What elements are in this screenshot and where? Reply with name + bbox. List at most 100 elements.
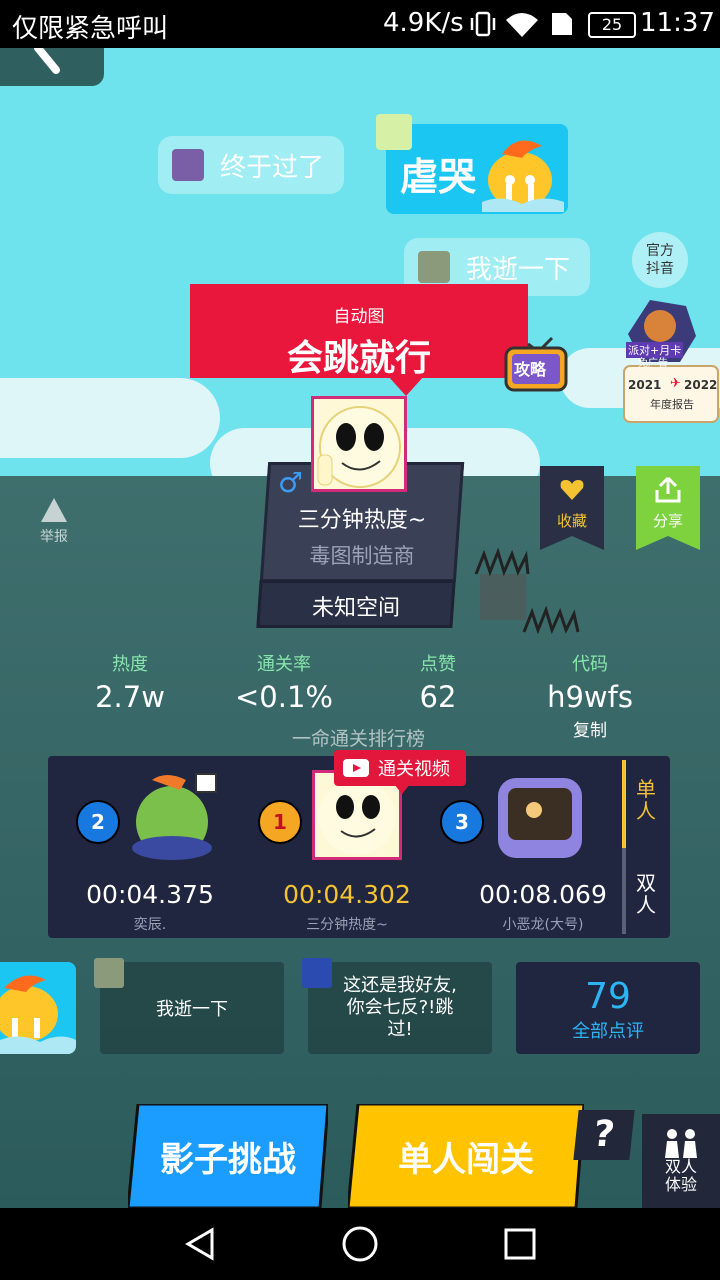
player-avatar[interactable]	[494, 770, 588, 862]
all-comments-label: 全部点评	[572, 1021, 644, 1042]
tab-duo[interactable]: 双 人	[622, 872, 670, 916]
rank-time-3: 00:08.069	[479, 880, 607, 909]
two-people-icon	[665, 1129, 697, 1158]
comment-card[interactable]: 这还是我好友, 你会七反?!跳 过!	[308, 962, 492, 1054]
player-avatar[interactable]	[126, 770, 220, 862]
heart-icon	[560, 480, 584, 500]
rank-time-2: 00:04.375	[86, 880, 214, 909]
copy-code-button[interactable]: 复制	[530, 716, 650, 741]
pass-year-from: 2021	[628, 378, 662, 392]
favorite-button[interactable]: 收藏	[540, 466, 604, 550]
stat-clear-rate-value: <0.1%	[235, 680, 333, 714]
share-label: 分享	[652, 512, 683, 530]
rank-name-2: 奕辰.	[133, 917, 167, 933]
warning-icon	[41, 498, 67, 522]
rank-name-1: 三分钟热度~	[306, 917, 388, 933]
cloud	[0, 378, 220, 458]
stat-code-value: h9wfs	[547, 680, 633, 714]
stat-code[interactable]: 代码 h9wfs 复制	[530, 650, 650, 741]
video-camera-icon	[343, 759, 369, 777]
favorite-label: 收藏	[556, 512, 587, 530]
clear-video-button[interactable]: 通关视频	[334, 750, 466, 786]
all-comments-button[interactable]: 79 全部点评	[516, 962, 700, 1054]
rank-name-3: 小恶龙(大号)	[502, 917, 584, 933]
rabbit-avatar	[376, 114, 412, 150]
rank-badge-1: 1	[258, 800, 302, 844]
comment-count: 79	[585, 976, 631, 1017]
stat-likes: 点赞 62	[378, 650, 498, 714]
stat-heat: 热度 2.7w	[70, 650, 190, 714]
bubble-text: 我逝一下	[466, 254, 571, 285]
cry-sticker: 虐哭	[386, 124, 568, 214]
guide-button[interactable]: 攻略	[502, 336, 570, 392]
duo-trial-button[interactable]: 双人 体验	[642, 1114, 720, 1208]
bubble-finally-passed: 终于过了	[158, 136, 344, 194]
banner-pointer	[388, 376, 424, 396]
battery-icon: 25	[588, 12, 636, 38]
clock: 11:37	[640, 8, 715, 38]
comment-text: 这还是我好友, 你会七反?!跳 过!	[343, 975, 457, 1040]
stat-heat-label: 热度	[112, 654, 148, 675]
level-tag: 自动图	[333, 307, 385, 327]
bubble-text: 终于过了	[220, 152, 325, 183]
rank-time-1: 00:04.302	[283, 880, 411, 909]
comment-sticker[interactable]	[0, 962, 76, 1054]
cry-text: 虐哭	[400, 155, 477, 199]
single-play-label: 单人闯关	[398, 1139, 534, 1180]
recents-nav-icon[interactable]	[503, 1227, 537, 1261]
crying-creature-icon	[482, 140, 564, 212]
official-douyin-button[interactable]: 官方 抖音	[632, 232, 688, 288]
carrier-text: 仅限紧急呼叫	[12, 14, 169, 44]
gender-icon: ♂	[278, 466, 304, 499]
report-button[interactable]: 举报	[36, 498, 72, 546]
single-play-button[interactable]: 单人闯关	[348, 1104, 584, 1208]
user-avatar	[418, 251, 450, 283]
duo-trial-label: 双人 体验	[664, 1157, 697, 1194]
dino-avatar-icon	[132, 773, 217, 860]
help-button[interactable]: ?	[573, 1110, 635, 1160]
level-name: 会跳就行	[286, 338, 431, 379]
monster-avatar-icon	[498, 778, 582, 858]
plane-icon: ✈	[670, 376, 681, 391]
user-avatar	[302, 958, 332, 988]
back-button[interactable]	[0, 48, 104, 86]
level-name-banner: 自动图 会跳就行	[190, 284, 528, 379]
shadow-challenge-button[interactable]: 影子挑战	[128, 1104, 328, 1208]
author-avatar[interactable]	[311, 396, 407, 492]
crying-creature-icon	[0, 975, 76, 1054]
official-douyin-label: 官方 抖音	[646, 243, 674, 277]
comment-card[interactable]: 我逝一下	[100, 962, 284, 1054]
author-title: 毒图制造商	[309, 544, 415, 568]
stat-code-label: 代码	[572, 654, 608, 675]
stat-heat-value: 2.7w	[95, 680, 165, 714]
annual-report-card[interactable]: 派对+月卡 免广告 2021 ✈ 2022 年度报告	[620, 296, 720, 426]
sim-icon	[552, 13, 572, 35]
back-nav-icon[interactable]	[182, 1226, 218, 1262]
thorn-obstacle-icon	[474, 548, 580, 635]
video-tag-pointer	[394, 784, 410, 794]
mode-tabs: 单 人 双 人	[622, 756, 670, 938]
author-space-label: 未知空间	[311, 596, 400, 621]
share-button[interactable]: 分享	[636, 466, 700, 550]
network-speed: 4.9K/s	[383, 8, 464, 38]
pass-year-to: 2022	[684, 378, 718, 392]
tab-single[interactable]: 单 人	[622, 778, 670, 822]
comment-text: 我逝一下	[156, 999, 228, 1020]
stat-clear-rate: 通关率 <0.1%	[224, 650, 344, 714]
shadow-challenge-label: 影子挑战	[160, 1139, 296, 1180]
pass-report-label: 年度报告	[650, 398, 694, 411]
home-nav-icon[interactable]	[341, 1225, 379, 1263]
vibrate-icon	[470, 11, 496, 37]
back-arrow-icon	[34, 48, 60, 74]
smug-face-icon	[317, 406, 401, 488]
report-label: 举报	[40, 529, 68, 545]
status-bar: 仅限紧急呼叫 4.9K/s 25 11:37	[0, 0, 720, 48]
pass-line2: 免广告	[638, 358, 668, 369]
clear-video-label: 通关视频	[378, 759, 450, 780]
wifi-icon	[506, 13, 538, 37]
user-avatar	[172, 149, 204, 181]
stat-likes-label: 点赞	[420, 654, 456, 675]
stat-clear-rate-label: 通关率	[257, 654, 311, 675]
guide-label: 攻略	[514, 360, 547, 379]
author-name: 三分钟热度~	[297, 508, 427, 533]
